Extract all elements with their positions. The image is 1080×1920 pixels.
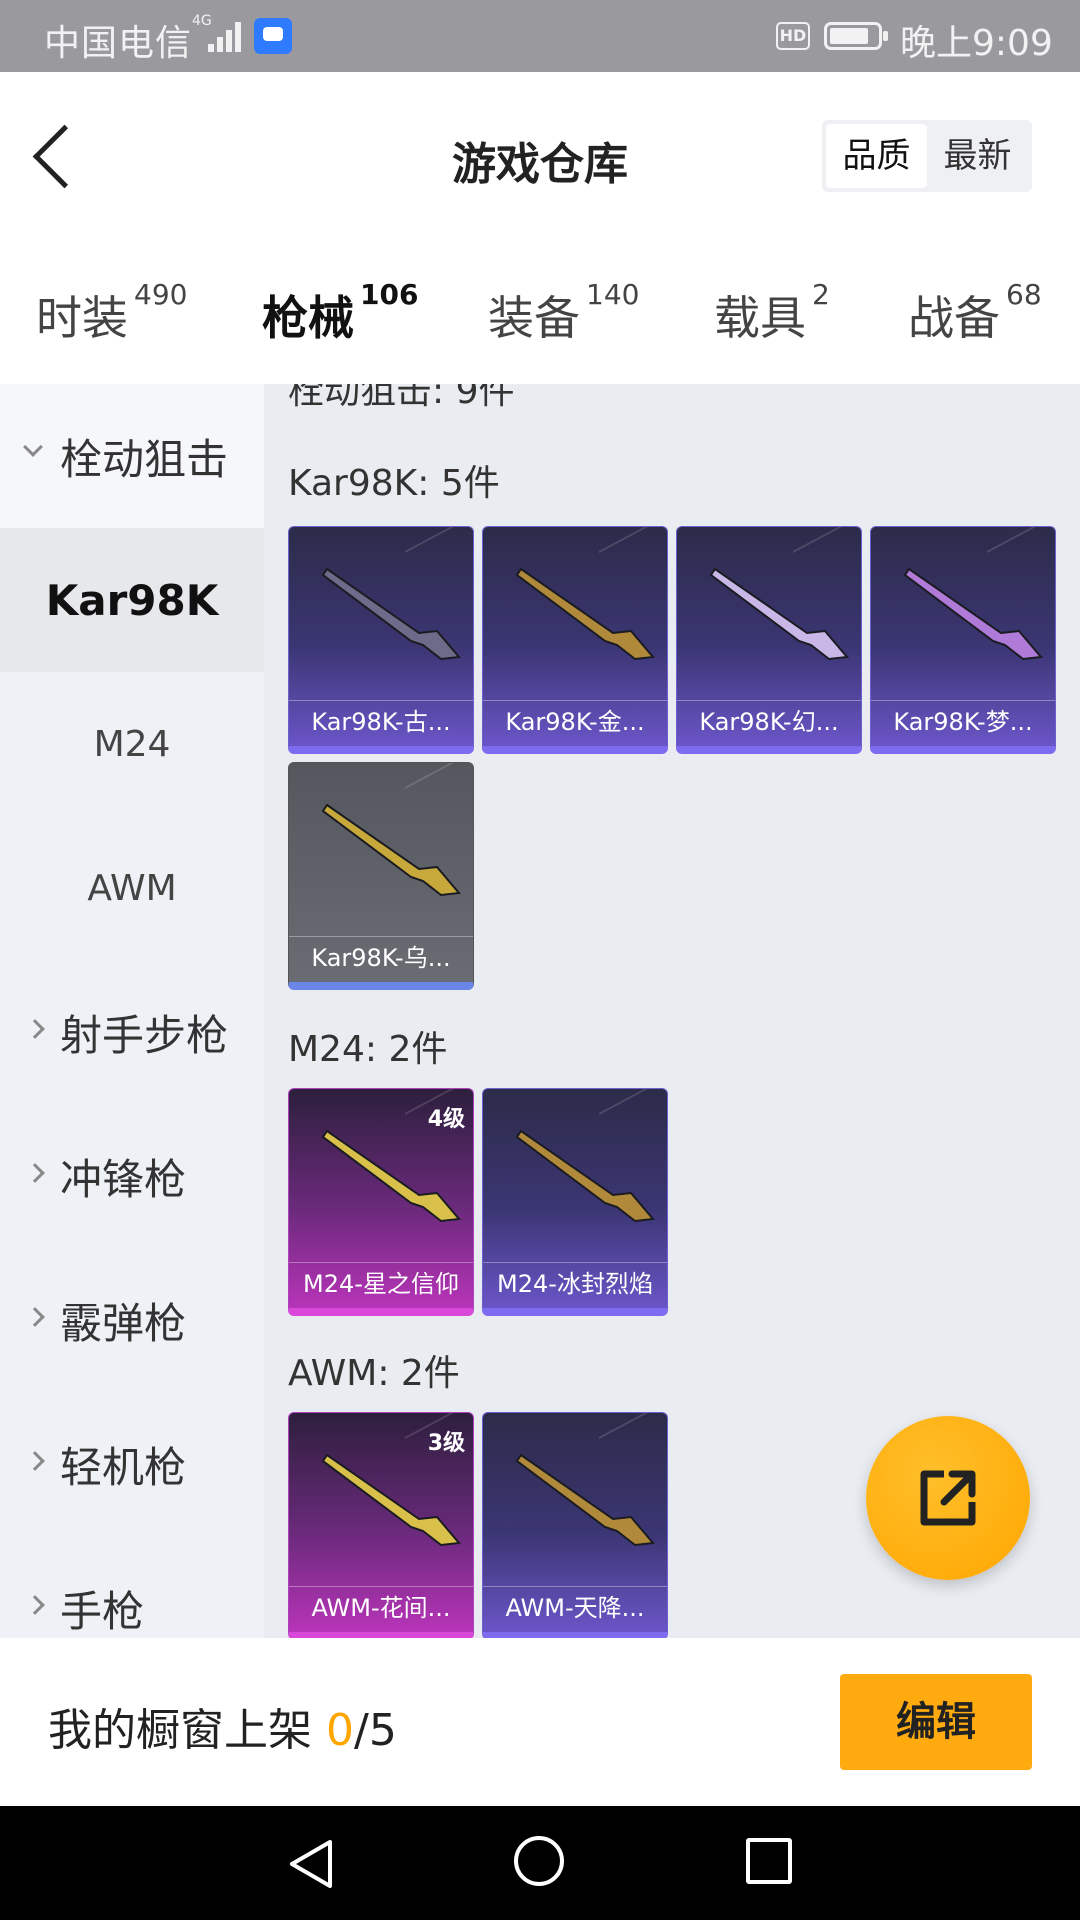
tab-label: 载具 bbox=[714, 291, 806, 345]
showcase-total: /5 bbox=[354, 1705, 397, 1756]
chevron-right-icon bbox=[25, 1451, 45, 1471]
item-name: Kar98K-金... bbox=[483, 700, 667, 746]
sidebar-group-label: 霰弹枪 bbox=[60, 1298, 187, 1348]
rifle-icon bbox=[515, 1129, 655, 1223]
section-title: Kar98K: 5件 bbox=[288, 463, 500, 504]
sort-newest-button[interactable]: 最新 bbox=[927, 124, 1028, 188]
tab-supplies[interactable]: 战备 68 bbox=[908, 278, 1042, 348]
signal-icon bbox=[208, 20, 242, 52]
sidebar-group-label: 轻机枪 bbox=[60, 1442, 187, 1492]
rifle-icon bbox=[321, 1453, 461, 1547]
item-card[interactable]: AWM-天降... bbox=[482, 1412, 668, 1638]
sidebar-group-label: 射手步枪 bbox=[60, 1010, 229, 1060]
item-card[interactable]: 4级 M24-星之信仰 bbox=[288, 1088, 474, 1316]
sidebar-group-label: 栓动狙击 bbox=[60, 434, 229, 484]
sidebar-item-label: Kar98K bbox=[45, 575, 219, 625]
item-name: Kar98K-古... bbox=[289, 700, 473, 746]
notification-app-icon bbox=[254, 18, 292, 54]
circle-home-icon[interactable] bbox=[514, 1836, 564, 1886]
tab-label: 时装 bbox=[36, 291, 128, 345]
item-name: Kar98K-梦... bbox=[871, 700, 1055, 746]
item-card[interactable]: Kar98K-乌... bbox=[288, 762, 474, 990]
app-header: 游戏仓库 品质 最新 bbox=[0, 72, 1080, 242]
rifle-icon bbox=[321, 1129, 461, 1223]
chevron-right-icon bbox=[25, 1595, 45, 1615]
category-sidebar: 栓动狙击 Kar98K M24 AWM 射手步枪 冲锋枪 霰弹枪 轻机枪 手枪 bbox=[0, 384, 264, 1638]
category-tabs: 时装 490 枪械 106 装备 140 载具 2 战备 68 bbox=[0, 242, 1080, 401]
item-card[interactable]: Kar98K-梦... bbox=[870, 526, 1056, 754]
sidebar-group-shotgun[interactable]: 霰弹枪 bbox=[0, 1248, 264, 1392]
item-name: M24-冰封烈焰 bbox=[483, 1262, 667, 1308]
rifle-icon bbox=[321, 803, 461, 897]
chevron-right-icon bbox=[25, 1019, 45, 1039]
item-card[interactable]: 3级 AWM-花间... bbox=[288, 1412, 474, 1638]
status-bar: 中国电信 4G HD 晚上9:09 bbox=[0, 0, 1080, 72]
item-card[interactable]: Kar98K-古... bbox=[288, 526, 474, 754]
tab-count: 490 bbox=[134, 278, 188, 311]
sidebar-group-bolt-action[interactable]: 栓动狙击 bbox=[0, 384, 264, 528]
sidebar-group-smg[interactable]: 冲锋枪 bbox=[0, 1104, 264, 1248]
rifle-icon bbox=[515, 567, 655, 661]
system-nav-bar bbox=[0, 1806, 1080, 1920]
sidebar-item-awm[interactable]: AWM bbox=[0, 816, 264, 960]
showcase-bar: 我的橱窗上架 0/5 编辑 bbox=[0, 1638, 1080, 1806]
rifle-icon bbox=[321, 567, 461, 661]
share-button[interactable] bbox=[866, 1416, 1030, 1580]
item-name: AWM-天降... bbox=[483, 1586, 667, 1632]
tab-label: 枪械 bbox=[262, 291, 354, 345]
edit-button[interactable]: 编辑 bbox=[840, 1674, 1032, 1770]
section-header-partial: 栓动狙击: 9件 bbox=[288, 384, 515, 412]
sidebar-item-kar98k[interactable]: Kar98K bbox=[0, 528, 264, 672]
chevron-down-icon bbox=[23, 437, 43, 457]
square-recent-icon[interactable] bbox=[746, 1838, 792, 1884]
tab-guns[interactable]: 枪械 106 bbox=[262, 278, 418, 401]
item-name: Kar98K-幻... bbox=[677, 700, 861, 746]
tab-vehicles[interactable]: 载具 2 bbox=[714, 278, 830, 348]
item-level-badge: 3级 bbox=[427, 1431, 465, 1456]
rifle-icon bbox=[709, 567, 849, 661]
sort-quality-button[interactable]: 品质 bbox=[826, 124, 927, 188]
sidebar-group-lmg[interactable]: 轻机枪 bbox=[0, 1392, 264, 1536]
battery-icon bbox=[824, 22, 888, 50]
chevron-right-icon bbox=[25, 1307, 45, 1327]
item-card[interactable]: M24-冰封烈焰 bbox=[482, 1088, 668, 1316]
item-name: Kar98K-乌... bbox=[289, 936, 473, 982]
showcase-status: 我的橱窗上架 0/5 bbox=[48, 1694, 397, 1758]
tab-label: 战备 bbox=[908, 291, 1000, 345]
showcase-label: 我的橱窗上架 bbox=[48, 1705, 312, 1756]
sidebar-group-pistol[interactable]: 手枪 bbox=[0, 1536, 264, 1638]
chevron-right-icon bbox=[25, 1163, 45, 1183]
sidebar-item-label: M24 bbox=[93, 723, 171, 765]
rifle-icon bbox=[515, 1453, 655, 1547]
tab-count: 2 bbox=[812, 278, 830, 311]
triangle-back-icon[interactable] bbox=[286, 1838, 334, 1890]
hd-icon: HD bbox=[776, 22, 810, 50]
section-title: AWM: 2件 bbox=[288, 1353, 460, 1394]
sort-toggle: 品质 最新 bbox=[822, 120, 1032, 192]
tab-label: 装备 bbox=[488, 291, 580, 345]
sidebar-item-m24[interactable]: M24 bbox=[0, 672, 264, 816]
item-name: M24-星之信仰 bbox=[289, 1262, 473, 1308]
tab-equipment[interactable]: 装备 140 bbox=[488, 278, 639, 348]
sidebar-group-label: 手枪 bbox=[60, 1586, 145, 1636]
tab-fashion[interactable]: 时装 490 bbox=[36, 278, 187, 348]
item-level-badge: 4级 bbox=[427, 1107, 465, 1132]
sidebar-item-label: AWM bbox=[87, 867, 177, 909]
item-card[interactable]: Kar98K-幻... bbox=[676, 526, 862, 754]
showcase-count: 0 bbox=[326, 1705, 354, 1756]
section-title: M24: 2件 bbox=[288, 1029, 448, 1070]
tab-count: 106 bbox=[360, 278, 419, 311]
item-card[interactable]: Kar98K-金... bbox=[482, 526, 668, 754]
carrier-label: 中国电信 bbox=[44, 23, 193, 64]
tab-count: 68 bbox=[1006, 278, 1042, 311]
sidebar-group-label: 冲锋枪 bbox=[60, 1154, 187, 1204]
share-out-icon bbox=[920, 1470, 976, 1526]
clock: 晚上9:09 bbox=[900, 23, 1053, 64]
item-name: AWM-花间... bbox=[289, 1586, 473, 1632]
sidebar-group-dmr[interactable]: 射手步枪 bbox=[0, 960, 264, 1104]
tab-count: 140 bbox=[586, 278, 640, 311]
rifle-icon bbox=[903, 567, 1043, 661]
